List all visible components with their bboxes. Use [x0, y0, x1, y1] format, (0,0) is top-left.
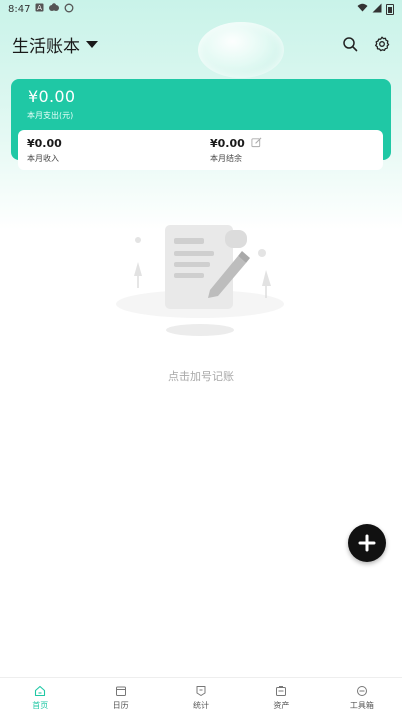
tab-home[interactable]: 首页: [0, 678, 80, 716]
app-header: 生活账本: [0, 28, 402, 60]
tab-assets-label: 资产: [273, 701, 290, 710]
tab-stats[interactable]: 统计: [161, 678, 241, 716]
battery-icon: [386, 3, 394, 15]
a-icon: A: [35, 3, 44, 15]
tab-calendar[interactable]: 日历: [80, 678, 160, 716]
plus-icon: [358, 534, 376, 552]
status-bar: 8:47 A: [0, 0, 402, 18]
svg-text:A: A: [38, 4, 43, 12]
stats-icon: [196, 686, 206, 696]
monthly-expense-label: 本月支出(元): [27, 111, 74, 120]
edit-icon[interactable]: [251, 137, 262, 148]
balance-stat: ¥0.00 本月结余: [210, 137, 245, 164]
add-record-button[interactable]: [348, 524, 386, 562]
tab-calendar-label: 日历: [112, 701, 129, 710]
monthly-balance-amount: ¥0.00: [210, 137, 245, 150]
assets-icon: [276, 686, 287, 696]
notification-icon: [49, 3, 60, 15]
caret-down-icon[interactable]: [86, 40, 98, 48]
status-time: 8:47: [8, 3, 31, 15]
tab-home-label: 首页: [32, 701, 49, 710]
tab-assets[interactable]: 资产: [241, 678, 321, 716]
home-icon: [35, 685, 46, 697]
income-stat: ¥0.00 本月收入: [27, 137, 62, 164]
tab-stats-label: 统计: [193, 701, 210, 710]
settings-icon[interactable]: [374, 36, 390, 52]
bottom-tab-bar: 首页 日历 统计 资产 工具箱: [0, 677, 402, 716]
tab-toolbox[interactable]: 工具箱: [322, 678, 402, 716]
toolbox-icon: [356, 686, 367, 696]
income-balance-card: ¥0.00 本月收入 ¥0.00 本月结余: [18, 130, 383, 170]
wifi-icon: [357, 3, 368, 15]
circle-icon: [64, 3, 74, 16]
calendar-icon: [115, 686, 126, 696]
signal-icon: [372, 3, 382, 16]
empty-state-hint: 点击加号记账: [168, 370, 234, 383]
monthly-expense-amount: ¥0.00: [28, 87, 76, 106]
search-icon[interactable]: [342, 36, 358, 52]
monthly-income-amount: ¥0.00: [27, 137, 62, 150]
tab-toolbox-label: 工具箱: [349, 701, 374, 710]
monthly-income-label: 本月收入: [27, 154, 59, 163]
book-selector[interactable]: 生活账本: [12, 32, 80, 57]
empty-ledger-illustration: [116, 225, 284, 336]
monthly-balance-label: 本月结余: [210, 154, 242, 163]
